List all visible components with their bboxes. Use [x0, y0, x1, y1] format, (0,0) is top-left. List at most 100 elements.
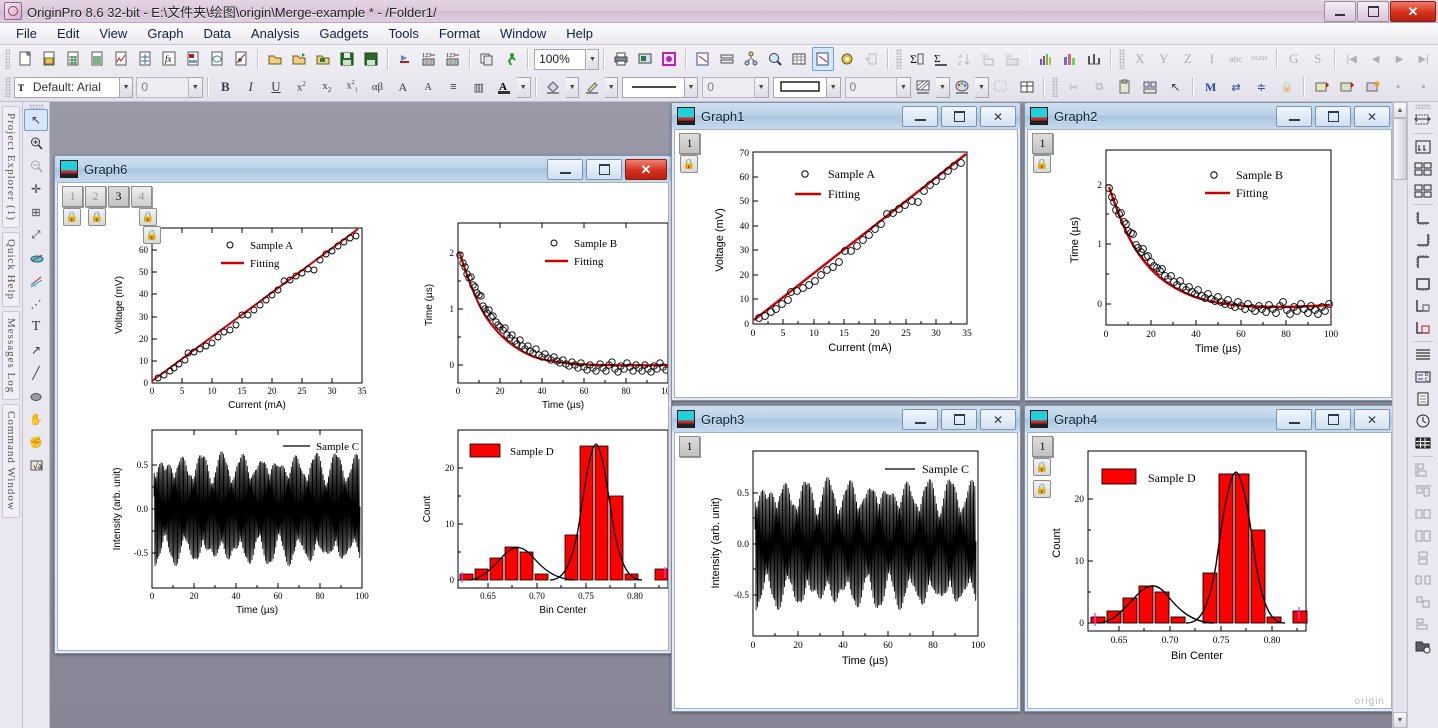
graph4-titlebar[interactable]: Graph4 ✕	[1025, 406, 1392, 432]
table-icon[interactable]	[1411, 432, 1435, 453]
set-as-group-icon[interactable]: G	[1283, 47, 1305, 71]
menu-item-analysis[interactable]: Analysis	[241, 24, 309, 43]
set-as-label-icon[interactable]: abc	[1225, 47, 1247, 71]
copy-button[interactable]: ⧉	[1088, 75, 1111, 99]
graph3-minimize-button[interactable]	[902, 409, 938, 430]
font-color-button[interactable]: A	[493, 75, 516, 99]
pointer-button[interactable]: ↖	[1164, 75, 1187, 99]
open-excel-icon[interactable]	[312, 47, 334, 71]
graph4-canvas[interactable]: 1 🔒 🔒 0.65 0.70 0.75 0.80 0 10 20 Bin Ce…	[1027, 432, 1392, 709]
graph2-canvas[interactable]: 1 🔒 0 20 40 60 80 100 0 1 2 Time (µs) Ti…	[1027, 129, 1392, 398]
code-builder-icon[interactable]	[812, 47, 835, 71]
graph1-layer-tab-1[interactable]: 1	[679, 133, 700, 154]
transparency-button[interactable]	[990, 75, 1013, 99]
toolbar-grip[interactable]	[5, 49, 11, 69]
graph-window-graph4[interactable]: Graph4 ✕ 1 🔒 🔒 0.65 0.70 0.75 0.80 0 10 …	[1024, 405, 1392, 712]
save-template-icon[interactable]	[360, 47, 382, 71]
increase-font-button[interactable]: A	[391, 75, 414, 99]
move-last-icon[interactable]: ▶|	[1413, 47, 1435, 71]
graph6-titlebar[interactable]: Graph6 ✕	[55, 156, 671, 182]
statistics-icon[interactable]: Σ	[930, 47, 952, 71]
zoom-level-input[interactable]: 100%	[534, 48, 586, 70]
plot-histogram-icon[interactable]	[1059, 47, 1081, 71]
new-graph-icon[interactable]	[110, 47, 132, 71]
align-layers-button[interactable]: ≑	[1250, 75, 1273, 99]
set-as-none-icon[interactable]: NONE	[1249, 47, 1271, 71]
graph6-canvas[interactable]: 1 2 3 4 🔒 🔒 🔒 🔒 0 5 10 15 20 25 30 35 0 …	[57, 182, 669, 651]
graph6-layer-tab-2[interactable]: 2	[85, 186, 106, 207]
graph6-minimize-button[interactable]	[547, 159, 583, 180]
move-left-icon[interactable]: ◀	[1365, 47, 1387, 71]
close-button[interactable]: ✕	[1390, 1, 1436, 22]
rescale-button[interactable]	[1310, 75, 1333, 99]
sub-superscript-button[interactable]: x21	[340, 75, 363, 99]
screen-reader-tool[interactable]: ✛	[24, 178, 48, 200]
line-style-dropdown-arrow[interactable]: ▼	[684, 76, 699, 98]
align-left-icon[interactable]	[1411, 459, 1435, 480]
bold-button[interactable]: B	[214, 75, 237, 99]
print-preview-icon[interactable]	[634, 47, 656, 71]
palette-dropdown-arrow[interactable]: ▼	[975, 76, 989, 98]
menu-item-tools[interactable]: Tools	[379, 24, 429, 43]
lock-icon[interactable]: 🔒	[143, 226, 161, 244]
pattern-dropdown-arrow[interactable]: ▼	[936, 76, 950, 98]
regional-data-tool[interactable]: ⋰	[24, 293, 48, 315]
import-single-ascii-icon[interactable]: 123	[418, 47, 440, 71]
import-wizard-icon[interactable]	[394, 47, 416, 71]
graph1-close-button[interactable]: ✕	[980, 106, 1016, 127]
graph-window-graph1[interactable]: Graph1 ✕ 1 🔒 0 5 10 15 20 25 30 35 0 10 …	[671, 102, 1021, 401]
regional-mask-tool[interactable]	[24, 270, 48, 292]
graph2-minimize-button[interactable]	[1276, 106, 1312, 127]
graph1-maximize-button[interactable]	[941, 106, 977, 127]
add-right-y-icon[interactable]	[1411, 229, 1435, 250]
lock-icon[interactable]: 🔒	[1033, 458, 1051, 476]
stack-lines-icon[interactable]	[1411, 344, 1435, 365]
pattern-button[interactable]	[912, 75, 935, 99]
distribute-vertical-icon[interactable]	[1411, 569, 1435, 590]
print-icon[interactable]	[610, 47, 632, 71]
rescale-layer-icon[interactable]	[1411, 109, 1435, 130]
graph3-close-button[interactable]: ✕	[980, 409, 1016, 430]
add-top-x-icon[interactable]	[1411, 251, 1435, 272]
set-as-x-icon[interactable]: X	[1129, 47, 1151, 71]
layer-management-icon[interactable]	[740, 47, 762, 71]
toolbar-grip[interactable]	[5, 77, 11, 97]
underline-button[interactable]: U	[264, 75, 287, 99]
line-style-combo[interactable]	[622, 76, 685, 98]
lock-icon[interactable]: 🔒	[1033, 155, 1051, 173]
pan-tool[interactable]: ✋	[24, 408, 48, 430]
panel-project-explorer[interactable]: Project Explorer (1)	[2, 106, 20, 228]
superscript-button[interactable]: x2	[290, 75, 313, 99]
exchange-xy-axis-icon[interactable]: BC	[1411, 366, 1435, 387]
align-vertical-icon[interactable]	[1411, 525, 1435, 546]
subscript-button[interactable]: x2	[315, 75, 338, 99]
same-width-icon[interactable]	[1411, 613, 1435, 634]
set-as-error-icon[interactable]: I	[1201, 47, 1223, 71]
lock-icon[interactable]: 🔒	[680, 155, 698, 173]
arrow-tool[interactable]: ↗	[24, 339, 48, 361]
graph2-titlebar[interactable]: Graph2 ✕	[1025, 103, 1392, 129]
exchange-xy-button[interactable]: ⇄	[1224, 75, 1247, 99]
zoom-in-tool[interactable]	[24, 132, 48, 154]
lock-icon[interactable]: 🔒	[139, 208, 157, 226]
new-notes-icon[interactable]	[206, 47, 228, 71]
save-project-icon[interactable]	[336, 47, 358, 71]
layer-contents-icon[interactable]	[1411, 388, 1435, 409]
extract-layers-icon[interactable]	[1411, 158, 1435, 179]
scale-tool[interactable]: ✊	[24, 431, 48, 453]
duplicate-icon[interactable]	[476, 47, 498, 71]
zoom-in-icon[interactable]	[764, 47, 786, 71]
set-as-z-icon[interactable]: Z	[1177, 47, 1199, 71]
matlab-button[interactable]: M	[1199, 75, 1222, 99]
zoom-out-tool[interactable]	[24, 155, 48, 177]
toolbar-grip[interactable]	[1119, 49, 1125, 69]
open-icon[interactable]	[264, 47, 286, 71]
graph6-close-button[interactable]: ✕	[625, 159, 667, 180]
set-column-values-icon[interactable]: 123	[978, 47, 1000, 71]
graph-window-graph6[interactable]: Graph6 ✕ 1 2 3 4 🔒 🔒 🔒 🔒 0 5 10 15 20 25…	[54, 155, 672, 654]
swap-layer-icon[interactable]	[1411, 295, 1435, 316]
align-horizontal-icon[interactable]	[1411, 503, 1435, 524]
fill-color-button[interactable]	[542, 75, 565, 99]
scroll-down-arrow[interactable]: ▼	[1393, 712, 1407, 728]
panel-command-window[interactable]: Command Window	[2, 404, 20, 519]
